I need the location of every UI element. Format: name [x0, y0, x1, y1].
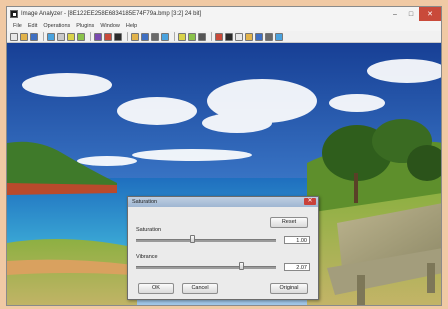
dialog-close-button[interactable]: ✕ — [304, 198, 316, 205]
toolbar-separator — [127, 32, 128, 41]
title-bar: Image Analyzer - [8E122EE258E6834185E74F… — [7, 7, 441, 21]
saturation-slider-track[interactable] — [136, 239, 276, 242]
close-button[interactable]: ✕ — [419, 7, 441, 21]
grid-icon[interactable] — [225, 32, 233, 41]
levels-icon[interactable] — [151, 32, 159, 41]
ok-button[interactable]: OK — [138, 283, 174, 294]
toolbar-separator — [90, 32, 91, 41]
maximize-button[interactable]: □ — [403, 7, 419, 21]
new-icon[interactable] — [10, 32, 18, 41]
menu-window[interactable]: Window — [100, 23, 120, 29]
vibrance-value-field[interactable]: 2.07 — [284, 263, 310, 271]
menu-bar: File Edit Operations Plugins Window Help — [7, 21, 441, 31]
toolbar-separator — [174, 32, 175, 41]
print-icon[interactable] — [47, 32, 55, 41]
saturation-value-field[interactable]: 1.00 — [284, 236, 310, 244]
save-icon[interactable] — [30, 32, 38, 41]
open-icon[interactable] — [20, 32, 28, 41]
menu-plugins[interactable]: Plugins — [76, 23, 94, 29]
mask-icon[interactable] — [255, 32, 263, 41]
line-icon[interactable] — [198, 32, 206, 41]
curves-icon[interactable] — [141, 32, 149, 41]
color-icon[interactable] — [245, 32, 253, 41]
window-title: Image Analyzer - [8E122EE258E6834185E74F… — [21, 11, 202, 17]
menu-file[interactable]: File — [13, 23, 22, 29]
rotate-icon[interactable] — [114, 32, 122, 41]
saturation-slider-thumb[interactable] — [190, 235, 195, 243]
toolbar — [7, 31, 441, 43]
cancel-button[interactable]: Cancel — [182, 283, 218, 294]
reset-button[interactable]: Reset — [270, 217, 308, 228]
menu-edit[interactable]: Edit — [28, 23, 37, 29]
vibrance-slider-thumb[interactable] — [239, 262, 244, 270]
minimize-button[interactable]: – — [387, 7, 403, 21]
redo-icon[interactable] — [104, 32, 112, 41]
dialog-title: Saturation — [132, 199, 158, 205]
original-button[interactable]: Original — [270, 283, 308, 294]
zoom-icon[interactable] — [178, 32, 186, 41]
select-icon[interactable] — [161, 32, 169, 41]
menu-operations[interactable]: Operations — [43, 23, 70, 29]
frame-icon[interactable] — [275, 32, 283, 41]
menu-help[interactable]: Help — [126, 23, 137, 29]
undo-icon[interactable] — [94, 32, 102, 41]
dialog-title-bar: Saturation ✕ — [128, 197, 318, 207]
fit-icon[interactable] — [188, 32, 196, 41]
vibrance-slider-track[interactable] — [136, 266, 276, 269]
saturation-label: Saturation — [136, 227, 162, 233]
window-controls: – □ ✕ — [387, 7, 441, 21]
saturation-dialog: Saturation ✕ Reset Saturation 1.00 Vibra… — [127, 196, 319, 300]
palette-icon[interactable] — [215, 32, 223, 41]
crop-icon[interactable] — [77, 32, 85, 41]
copy-icon[interactable] — [57, 32, 65, 41]
filter-icon[interactable] — [235, 32, 243, 41]
vibrance-label: Vibrance — [136, 254, 158, 260]
paste-icon[interactable] — [67, 32, 75, 41]
toolbar-separator — [43, 32, 44, 41]
channel-icon[interactable] — [265, 32, 273, 41]
app-logo-icon — [10, 10, 18, 18]
histogram-icon[interactable] — [131, 32, 139, 41]
toolbar-separator — [211, 32, 212, 41]
